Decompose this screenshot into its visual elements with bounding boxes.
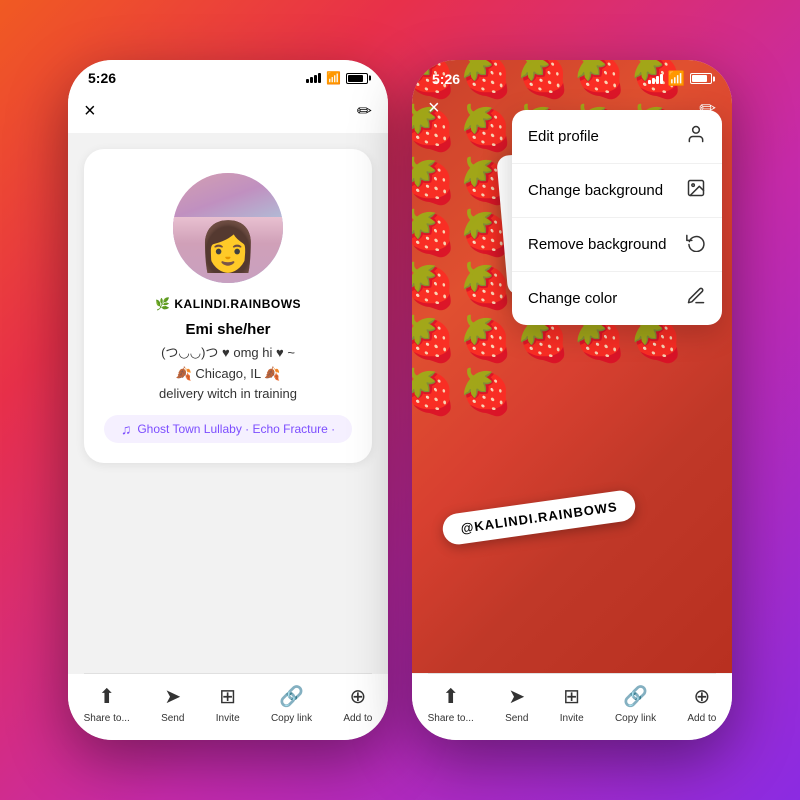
share-icon: ⬆ [98,684,115,709]
send-label-2: Send [505,713,528,724]
send-icon-2: ➤ [508,684,525,709]
signal-icon-2 [648,74,663,84]
profile-location: 🍂 Chicago, IL 🍂 [176,366,281,382]
wifi-icon: 📶 [326,71,341,85]
profile-name: Emi she/her [185,321,270,338]
status-icons-2: 📶 [648,70,712,87]
profile-description: delivery witch in training [159,386,297,401]
edit-profile-icon [686,124,706,149]
remove-background-label: Remove background [528,236,666,253]
change-color-label: Change color [528,290,617,307]
edit-profile-label: Edit profile [528,128,599,145]
bar4 [318,73,321,83]
username-tag: KALINDI.RAINBOWS [155,297,301,311]
invite-button[interactable]: ⊞ Invite [216,684,240,724]
username-sticker-text: @KALINDI.RAINBOWS [460,499,619,536]
add-icon: ⊕ [349,684,366,709]
change-background-icon [686,178,706,203]
copy-link-label: Copy link [271,713,312,724]
add-icon-2: ⊕ [693,684,710,709]
battery-icon [346,73,368,84]
phone-2: 5:26 📶 × ✏ [412,60,732,740]
change-background-label: Change background [528,182,663,199]
change-background-item[interactable]: Change background [512,164,722,218]
username-sticker: @KALINDI.RAINBOWS [441,489,638,547]
bar3-w [656,76,659,84]
bar2-w [652,78,655,84]
share-button[interactable]: ⬆ Share to... [84,684,130,724]
profile-bio-line1: (つ◡◡)つ ♥ omg hi ♥ ~ [161,344,295,362]
action-bar-2: ⬆ Share to... ➤ Send ⊞ Invite 🔗 Copy lin… [412,674,732,740]
music-text: Ghost Town Lullaby · Echo Fracture · [137,422,335,436]
music-icon: ♫ [121,421,132,437]
change-color-item[interactable]: Change color [512,272,722,325]
dropdown-menu: Edit profile Change background Remove ba… [512,110,722,325]
bar1-w [648,80,651,84]
top-nav-1: × ✏ [68,92,388,133]
send-button[interactable]: ➤ Send [161,684,184,724]
status-bar-1: 5:26 📶 [68,60,388,92]
action-bar-1: ⬆ Share to... ➤ Send ⊞ Invite 🔗 Copy lin… [68,674,388,740]
invite-label-2: Invite [560,713,584,724]
change-color-icon [686,286,706,311]
avatar-image [173,173,283,283]
invite-label: Invite [216,713,240,724]
add-label: Add to [343,713,372,724]
battery-icon-2 [690,73,712,84]
send-button-2[interactable]: ➤ Send [505,684,528,724]
copy-link-button[interactable]: 🔗 Copy link [271,684,312,724]
status-icons-1: 📶 [306,71,368,85]
copy-link-label-2: Copy link [615,713,656,724]
battery-fill-2 [692,75,707,82]
link-icon-2: 🔗 [623,684,648,709]
link-icon: 🔗 [279,684,304,709]
music-player: ♫ Ghost Town Lullaby · Echo Fracture · [104,415,352,443]
add-to-button-2[interactable]: ⊕ Add to [687,684,716,724]
strawberry-content: @KALINDI.RAINBOWS Edit profile Change ba… [412,60,732,673]
invite-icon: ⊞ [219,684,236,709]
avatar [173,173,283,283]
send-label: Send [161,713,184,724]
bar4-w [660,74,663,84]
bar2 [310,77,313,83]
signal-icon [306,73,321,83]
invite-button-2[interactable]: ⊞ Invite [560,684,584,724]
share-label: Share to... [84,713,130,724]
background-image: @KALINDI.RAINBOWS Edit profile Change ba… [412,60,732,673]
remove-background-item[interactable]: Remove background [512,218,722,272]
remove-background-icon [686,232,706,257]
edit-button-1[interactable]: ✏ [357,101,372,122]
profile-card: KALINDI.RAINBOWS Emi she/her (つ◡◡)つ ♥ om… [84,149,372,463]
add-label-2: Add to [687,713,716,724]
share-label-2: Share to... [428,713,474,724]
wifi-icon-2: 📶 [668,70,685,87]
share-icon-2: ⬆ [442,684,459,709]
invite-icon-2: ⊞ [563,684,580,709]
bar3 [314,75,317,83]
bar1 [306,79,309,83]
close-button-2[interactable]: × [428,97,440,120]
edit-profile-item[interactable]: Edit profile [512,110,722,164]
close-button-1[interactable]: × [84,100,96,123]
phone-1: 5:26 📶 × ✏ KALINDI.RAINBOWS [68,60,388,740]
copy-link-button-2[interactable]: 🔗 Copy link [615,684,656,724]
battery-fill [348,75,363,82]
time-2: 5:26 [432,71,460,87]
profile-content: KALINDI.RAINBOWS Emi she/her (つ◡◡)つ ♥ om… [68,133,388,673]
send-icon: ➤ [164,684,181,709]
time-1: 5:26 [88,70,116,86]
add-to-button[interactable]: ⊕ Add to [343,684,372,724]
share-button-2[interactable]: ⬆ Share to... [428,684,474,724]
